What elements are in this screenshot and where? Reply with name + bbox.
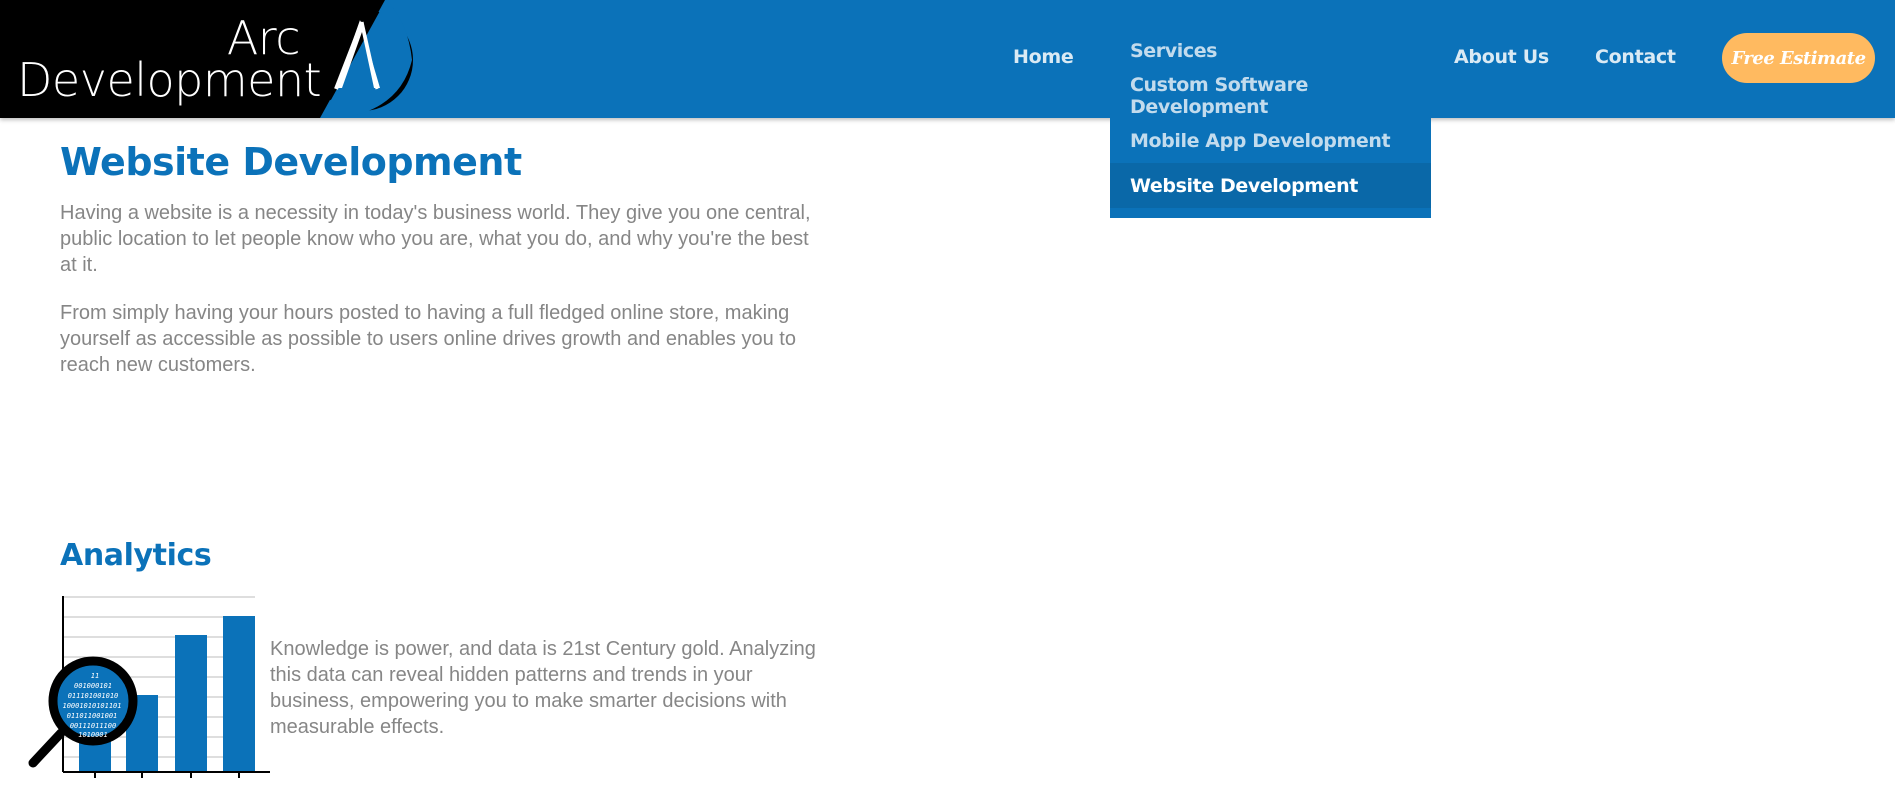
binary-line-1: 001000101	[74, 682, 112, 690]
binary-line-2: 011101001010	[68, 692, 119, 700]
menu-item-services[interactable]: Services	[1110, 28, 1431, 73]
binary-line-4: 011011001001	[67, 712, 118, 720]
analytics-heading: Analytics	[60, 538, 212, 573]
intro-paragraph: Having a website is a necessity in today…	[60, 202, 811, 276]
menu-item-website-development[interactable]: Website Development	[1110, 163, 1431, 208]
binary-line-0: 11	[91, 672, 99, 680]
binary-line-6: 1010001	[78, 731, 108, 739]
tab-contact[interactable]: Contact	[1595, 46, 1676, 68]
analytics-paragraph: Knowledge is power, and data is 21st Cen…	[270, 638, 816, 738]
services-menu: Services Custom Software Development Mob…	[1110, 28, 1431, 218]
menu-item-mobile-apps[interactable]: Mobile App Development	[1110, 118, 1431, 163]
binary-line-5: 00111011100	[70, 722, 116, 730]
logo[interactable]: Arc Development	[0, 0, 420, 118]
binary-line-3: 10001010101101	[62, 702, 121, 710]
tab-home[interactable]: Home	[1013, 46, 1074, 68]
analytics-chart-icon: 11 001000101 011101001010 10001010101101…	[28, 596, 270, 778]
tab-about-us[interactable]: About Us	[1454, 46, 1549, 68]
growth-paragraph: From simply having your hours posted to …	[60, 302, 796, 376]
menu-item-custom-software[interactable]: Custom Software Development	[1110, 73, 1431, 118]
free-estimate-button[interactable]: Free Estimate	[1722, 33, 1875, 83]
logo-text-development: Development	[17, 53, 322, 107]
page-title: Website Development	[60, 140, 522, 184]
app-bar: Arc Development Home About Us Contact Fr…	[0, 0, 1895, 118]
